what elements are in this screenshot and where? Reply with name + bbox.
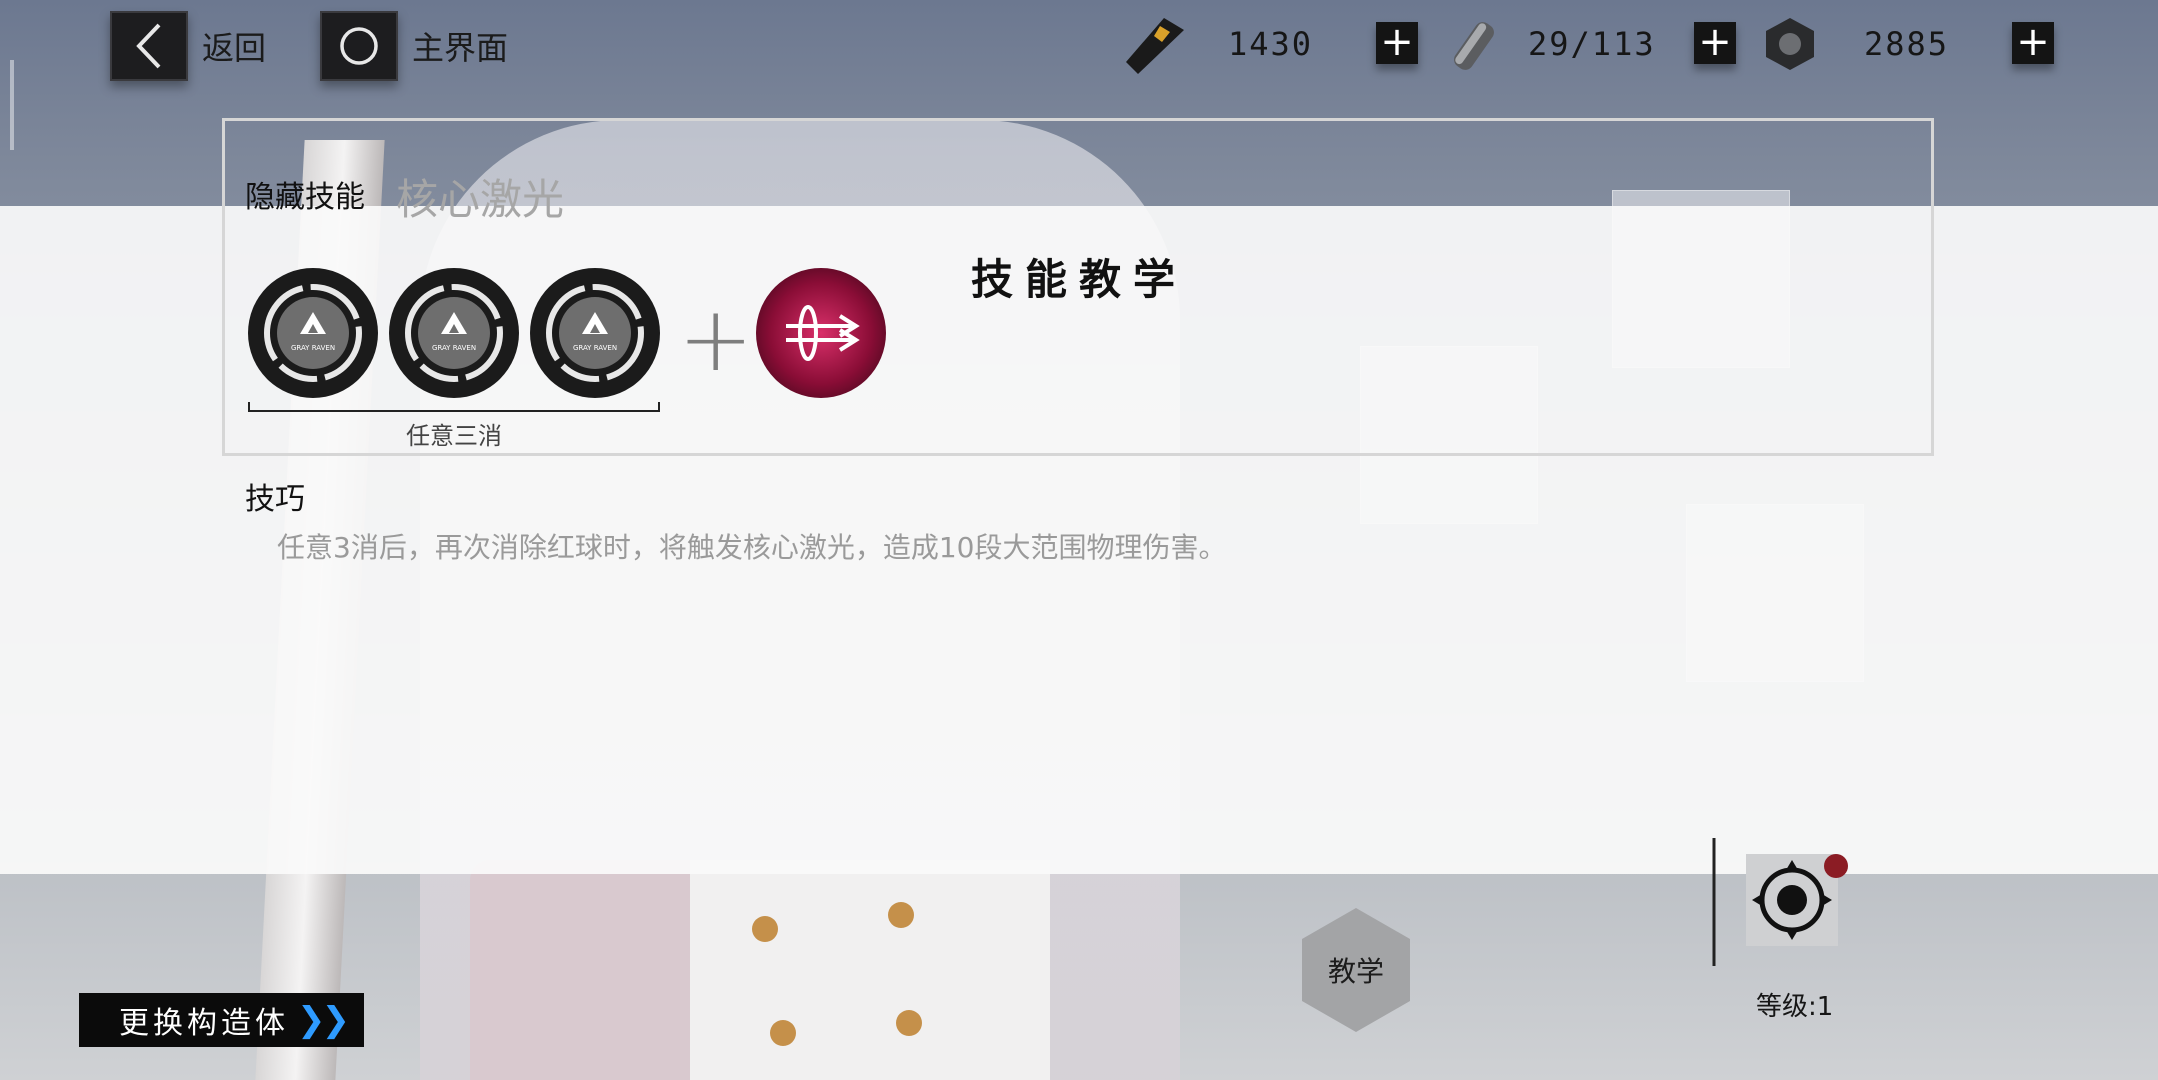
skill-slot[interactable] <box>1712 836 1852 966</box>
tips-title: 技巧 <box>245 482 305 517</box>
hex-nut-icon <box>1760 14 1820 78</box>
plus-icon: + <box>678 287 754 392</box>
card-icon <box>1124 16 1188 80</box>
resource-value-2: 2885 <box>1864 25 1950 63</box>
hidden-skill-label: 隐藏技能 <box>245 180 365 215</box>
orb-text: GRAY RAVEN <box>291 344 335 352</box>
scroll-indicator <box>10 60 14 150</box>
double-chevron-right-icon: ❯❯ <box>297 1000 350 1040</box>
resource-value-0: 1430 <box>1228 25 1314 63</box>
skill-name: 核心激光 <box>396 175 565 224</box>
chevron-left-icon <box>110 11 188 81</box>
switch-construct-button[interactable]: 更换构造体 ❯❯ <box>79 993 364 1047</box>
coat-button <box>752 916 778 942</box>
add-resource-button-0[interactable]: + <box>1376 22 1418 64</box>
orb-text: GRAY RAVEN <box>432 344 476 352</box>
coat-button <box>770 1020 796 1046</box>
gray-raven-orb-icon: GRAY RAVEN <box>530 268 660 398</box>
move-target-icon <box>1712 838 1848 966</box>
teach-label: 教学 <box>1327 955 1384 988</box>
red-laser-orb-icon <box>756 268 886 398</box>
combo-bracket <box>248 402 660 412</box>
home-button[interactable]: 主界面 <box>320 11 509 81</box>
add-resource-button-2[interactable]: + <box>2012 22 2054 64</box>
resource-value-1: 29/113 <box>1528 25 1656 63</box>
gray-raven-orb-icon: GRAY RAVEN <box>248 268 378 398</box>
combo-bracket-label: 任意三消 <box>406 422 502 450</box>
background-coat-left <box>470 860 710 1080</box>
add-resource-button-1[interactable]: + <box>1694 22 1736 64</box>
gray-raven-orb-icon: GRAY RAVEN <box>389 268 519 398</box>
battery-icon <box>1446 16 1502 80</box>
coat-button <box>896 1010 922 1036</box>
back-button[interactable]: 返回 <box>110 11 267 81</box>
home-label: 主界面 <box>412 29 509 67</box>
switch-construct-label: 更换构造体 <box>119 1006 289 1041</box>
coat-button <box>888 902 914 928</box>
circle-home-icon <box>320 11 398 81</box>
background-coat-center <box>690 860 1050 1080</box>
skill-level-label: 等级:1 <box>1756 992 1834 1022</box>
tips-text: 任意3消后，再次消除红球时，将触发核心激光，造成10段大范围物理伤害。 <box>277 531 1227 564</box>
orb-text: GRAY RAVEN <box>573 344 617 352</box>
back-label: 返回 <box>202 29 267 67</box>
